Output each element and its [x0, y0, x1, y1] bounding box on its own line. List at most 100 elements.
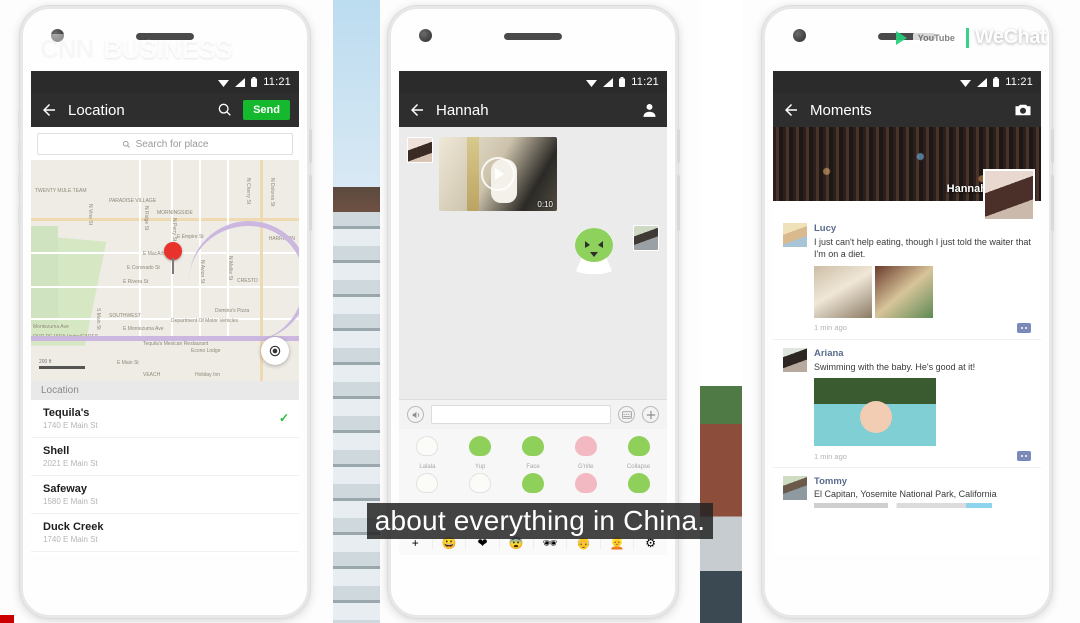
- post-photos: [814, 378, 1031, 447]
- contact-icon[interactable]: [641, 102, 658, 119]
- send-button[interactable]: Send: [243, 100, 290, 120]
- map-label: Tequila's Mexican Restaurant: [143, 341, 209, 347]
- video-message[interactable]: 0:10: [439, 137, 557, 211]
- frame-notch-2: [18, 141, 21, 161]
- keyboard-icon[interactable]: [618, 406, 635, 423]
- sticker-item[interactable]: G'nite: [559, 433, 612, 470]
- map-label: S Main St: [95, 308, 101, 330]
- post-photo[interactable]: [814, 378, 936, 447]
- screenshot-root: 11:21 Location Send Search for place TWE…: [0, 0, 1080, 623]
- sticker-item[interactable]: [612, 470, 665, 500]
- map-highway-curve: [189, 221, 299, 341]
- sticker-item[interactable]: [401, 470, 454, 500]
- frame-notch-1: [18, 109, 21, 129]
- plus-icon[interactable]: [642, 406, 659, 423]
- avatar[interactable]: [783, 223, 807, 247]
- sticker-item[interactable]: Collapse: [612, 433, 665, 470]
- moment-post: Ariana Swimming with the baby. He's good…: [773, 340, 1041, 469]
- map-label: N Dolores St: [269, 178, 275, 207]
- back-arrow-icon[interactable]: [40, 101, 58, 119]
- map-label: Holiday Inn: [195, 372, 221, 378]
- my-location-button[interactable]: [261, 337, 289, 365]
- status-bar: 11:21: [773, 71, 1041, 93]
- map-label: TWENTY MULE TEAM: [35, 188, 87, 194]
- map-label: Econo Lodge: [191, 348, 221, 354]
- sticker-item[interactable]: Lalala: [401, 433, 454, 470]
- battery-icon: [993, 77, 1000, 87]
- power-button[interactable]: [1051, 129, 1054, 163]
- sticker-item[interactable]: Face: [507, 433, 560, 470]
- volume-button[interactable]: [1051, 175, 1054, 231]
- message-input[interactable]: [431, 405, 611, 424]
- list-item[interactable]: Shell 2021 E Main St: [31, 438, 299, 476]
- post-photo[interactable]: [814, 265, 872, 318]
- post-author[interactable]: Ariana: [814, 348, 1031, 359]
- cnn-logo-text: CNN: [36, 33, 98, 65]
- moments-cover-photo[interactable]: Hannah: [773, 127, 1041, 221]
- power-button[interactable]: [677, 129, 680, 163]
- phone2-screen: 11:21 Hannah 0:10 Lalala Yup Face G'nite…: [399, 71, 667, 555]
- map-label: PARADISE VILLAGE: [109, 198, 157, 204]
- list-item[interactable]: Southwest Medical Group: Orthopedics 20 …: [31, 552, 299, 555]
- my-location-icon: [269, 345, 281, 357]
- avatar[interactable]: [983, 169, 1035, 221]
- volume-button[interactable]: [677, 175, 680, 231]
- chat-input-bar: [399, 399, 667, 429]
- subtitle-text: about everything in China.: [366, 503, 714, 539]
- location-name: Safeway: [43, 483, 88, 495]
- sticker-item[interactable]: Yup: [454, 433, 507, 470]
- location-pin[interactable]: [164, 242, 182, 274]
- avatar[interactable]: [783, 347, 807, 372]
- map-label: N Cherry St: [245, 178, 251, 205]
- front-camera-icon: [419, 29, 432, 42]
- post-photo[interactable]: [875, 265, 933, 318]
- back-arrow-icon[interactable]: [782, 101, 800, 119]
- location-list-header: Location: [31, 381, 299, 400]
- post-text: El Capitan, Yosemite National Park, Cali…: [814, 489, 997, 500]
- cnn-business-text: BUSINESS: [103, 33, 233, 64]
- sticker-item[interactable]: [454, 470, 507, 500]
- chat-title: Hannah: [436, 101, 489, 119]
- sticker-message[interactable]: [561, 225, 627, 277]
- page-title: Location: [68, 101, 125, 119]
- map-scale-label: 200 ft: [39, 359, 52, 365]
- frame-notch-4: [18, 205, 21, 225]
- status-bar: 11:21: [31, 71, 299, 93]
- signal-icon: [603, 77, 614, 87]
- list-item[interactable]: Tequila's 1740 E Main St ✓: [31, 400, 299, 438]
- map-label: Montezuma Ave: [33, 324, 69, 330]
- more-dots-icon[interactable]: [1017, 451, 1031, 462]
- post-text: I just can't help eating, though I just …: [814, 237, 1031, 260]
- map-label: E Empire St: [177, 234, 204, 240]
- sticker-row-1: Lalala Yup Face G'nite Collapse: [401, 433, 665, 470]
- post-author[interactable]: Lucy: [814, 223, 1031, 234]
- avatar[interactable]: [633, 225, 659, 251]
- map-label: E Coronado St: [127, 265, 160, 271]
- signal-icon: [235, 77, 246, 87]
- voice-icon[interactable]: [407, 406, 424, 423]
- avatar[interactable]: [783, 476, 807, 501]
- sticker-item[interactable]: [559, 470, 612, 500]
- battery-icon: [619, 77, 626, 87]
- video-duration: 0:10: [537, 200, 553, 209]
- map-label: E Rivera St: [123, 279, 149, 285]
- search-icon[interactable]: [217, 102, 233, 118]
- message-row-incoming: 0:10: [407, 137, 659, 211]
- more-dots-icon[interactable]: [1017, 322, 1031, 333]
- avatar[interactable]: [407, 137, 433, 163]
- search-placeholder: Search for place: [135, 138, 209, 150]
- post-author[interactable]: Tommy: [814, 476, 1031, 487]
- status-bar: 11:21: [399, 71, 667, 93]
- search-place-field[interactable]: Search for place: [37, 133, 293, 155]
- camera-icon[interactable]: [1014, 103, 1032, 117]
- volume-button[interactable]: [309, 175, 312, 231]
- power-button[interactable]: [309, 129, 312, 163]
- frame-notch-3: [18, 173, 21, 193]
- selected-check-icon: ✓: [278, 411, 289, 425]
- post-time: 1 min ago: [814, 451, 847, 461]
- play-button-icon[interactable]: [481, 157, 515, 191]
- map-view[interactable]: TWENTY MULE TEAM PARADISE VILLAGE MORNIN…: [31, 160, 299, 381]
- map-road-horizontal-1: [31, 218, 299, 221]
- sticker-item[interactable]: [507, 470, 560, 500]
- back-arrow-icon[interactable]: [408, 101, 426, 119]
